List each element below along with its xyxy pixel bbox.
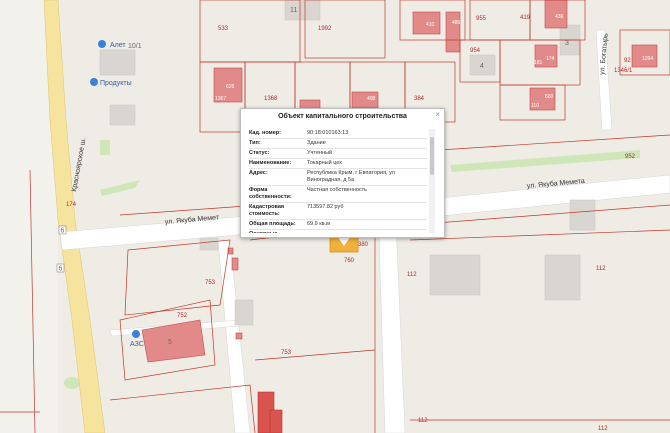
popup-row: Наименование: Токарный цех (249, 158, 427, 168)
parcel-label: 753 (281, 350, 292, 356)
popup-row-label: Общая площадь: (249, 221, 296, 227)
green-area (100, 140, 110, 155)
poi-alet-icon[interactable] (98, 40, 106, 48)
building (544, 254, 581, 301)
popup-row-label: Адрес: (249, 170, 268, 176)
popup-row-value (307, 231, 427, 233)
building-label: 174 (546, 56, 555, 62)
parcel-label: 92 (624, 58, 631, 64)
popup-row: Тип: Здание (249, 138, 427, 148)
building-label: 1264 (642, 56, 653, 62)
cadastral-building[interactable] (235, 332, 243, 340)
parcel-label: 112 (598, 426, 608, 432)
house-number: 5 (168, 339, 172, 346)
route-badge-label: 6 (59, 266, 63, 273)
building-label: 410 (426, 22, 435, 28)
popup-row-value: Республика Крым, г Евпатория, ул Виногра… (307, 170, 395, 183)
parcel-label: 112 (596, 266, 606, 272)
popup-row-label: Кадастровая стоимость: (249, 204, 285, 217)
building (234, 299, 254, 326)
building (569, 199, 596, 231)
building-label: 408 (367, 96, 376, 102)
parcel-label: 384 (414, 96, 425, 102)
building-label: 626 (226, 84, 235, 90)
parcel-label: 380 (358, 242, 369, 248)
popup-row-label: Кад. номер: (249, 130, 281, 136)
building (109, 104, 136, 126)
route-badge-label: 6 (61, 228, 65, 235)
parcel-label: 1346/1 (614, 68, 633, 74)
popup-row: Форма собственности: Частная собственност… (249, 185, 427, 202)
cadastral-building[interactable] (269, 409, 283, 433)
building-label: 1367 (215, 96, 226, 102)
popup-row-value: 90:18:010163:13 (307, 130, 349, 136)
popup-row-label: Наименование: (249, 160, 292, 166)
parcel-label: 1368 (264, 96, 278, 102)
parcel-label: 752 (177, 313, 188, 319)
building (99, 49, 136, 76)
parcel-label: 760 (344, 258, 355, 264)
parcel-label: 952 (625, 154, 636, 160)
popup-scroll-thumb[interactable] (430, 137, 434, 175)
green-area (64, 377, 80, 389)
popup-row: Кад. номер: 90:18:010163:13 (249, 129, 427, 138)
cadastral-building[interactable] (231, 257, 239, 271)
popup-row-value: Частная собственность (307, 187, 368, 193)
house-number: 10/1 (128, 43, 142, 50)
popup-row-value: 69.9 кв.м (307, 221, 330, 227)
close-icon[interactable]: × (435, 110, 440, 120)
parcel-label: 419 (520, 15, 531, 21)
house-number: 4 (480, 63, 484, 70)
popup-row: Статус: Учтенный (249, 148, 427, 158)
building (199, 237, 219, 251)
building-label: 600 (545, 94, 554, 100)
popup-row: Кадастровая стоимость: 713597.82 руб (249, 202, 427, 219)
parcel-label: 954 (470, 48, 481, 54)
building-label: 486 (452, 20, 461, 26)
building-label: 110 (531, 103, 539, 109)
parcel-label: 533 (218, 26, 229, 32)
popup-body: Кад. номер: 90:18:010163:13 Тип: Здание Стат… (249, 129, 427, 233)
parcel-label: 174 (66, 202, 77, 208)
popup-title: Объект капитального строительства (278, 113, 407, 120)
parcel-label: 1992 (318, 26, 332, 32)
cadastral-building[interactable] (445, 11, 461, 53)
popup-row-value: Здание (307, 140, 326, 146)
parcel-label: 112 (418, 418, 428, 424)
popup-scrollbar[interactable] (429, 129, 435, 233)
popup-row: Общая площадь: 69.9 кв.м (249, 219, 427, 229)
building-label: 436 (555, 14, 564, 20)
parcel-label: 955 (476, 16, 487, 22)
building (429, 254, 481, 296)
poi-produkty-label: Продукты (100, 80, 132, 87)
info-popup: Объект капитального строительства × Кад.… (240, 108, 445, 238)
parcel-label: 112 (407, 272, 417, 278)
house-number: 3 (565, 40, 569, 47)
popup-row-value: 713597.82 руб (307, 204, 344, 210)
house-number: 11 (290, 7, 297, 14)
popup-row-label: Форма собственности: (249, 187, 292, 200)
poi-produkty-icon[interactable] (90, 78, 98, 86)
popup-row: Основные характеристики: (249, 229, 427, 233)
popup-row-label: Статус: (249, 150, 270, 156)
popup-row-value: Учтенный (307, 150, 332, 156)
popup-row: Адрес: Республика Крым, г Евпатория, ул В… (249, 168, 427, 185)
poi-azs-icon[interactable] (132, 330, 140, 338)
building-label: 181 (534, 60, 543, 66)
poi-alet-label: Алет (110, 42, 126, 49)
popup-row-label: Тип: (249, 140, 261, 146)
parcel-label: 753 (205, 280, 216, 286)
popup-row-value: Токарный цех (307, 160, 343, 166)
popup-row-label: Основные характеристики: (249, 231, 307, 233)
poi-azs-label: АЗС (130, 341, 144, 348)
